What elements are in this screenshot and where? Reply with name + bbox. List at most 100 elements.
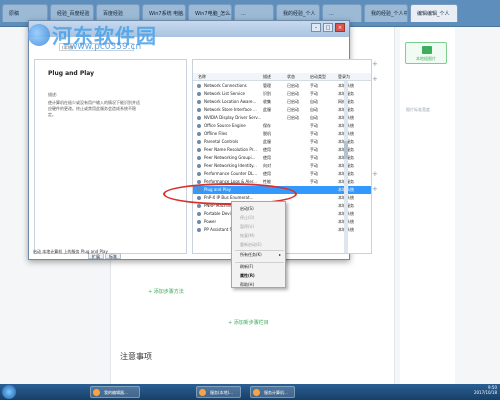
minimize-button[interactable]: – bbox=[311, 23, 321, 32]
insert-image-button[interactable]: 本地插图片 bbox=[405, 42, 447, 64]
service-startup: 手动 bbox=[310, 147, 318, 152]
watermark-url: www.pc0359.cn bbox=[70, 42, 142, 52]
service-name: Office Source Engine bbox=[204, 123, 246, 128]
description-text: 使计算机在极少或没有用户输入的情况下能识别并适应硬件的更改。终止或禁用此服务会造… bbox=[48, 100, 140, 117]
gear-icon bbox=[197, 220, 201, 224]
watermark-logo bbox=[28, 24, 50, 46]
app-icon bbox=[199, 389, 206, 396]
context-menu-item[interactable]: 所有任务(K) bbox=[240, 252, 262, 258]
add-icon[interactable]: + bbox=[372, 60, 378, 68]
service-description: 描述: 使计算机在极少或没有用户输入的情况下能识别并适应硬件的更改。终止或禁用此… bbox=[48, 92, 140, 118]
context-menu-item[interactable]: 重新启动(E) bbox=[240, 242, 262, 248]
context-menu-item[interactable]: 暂停(U) bbox=[240, 224, 254, 230]
service-status: 已启动 bbox=[287, 83, 299, 88]
service-startup: 手动 bbox=[310, 155, 318, 160]
scrollbar-thumb[interactable] bbox=[344, 141, 348, 159]
start-button[interactable] bbox=[2, 385, 16, 399]
add-icon[interactable]: + bbox=[372, 185, 378, 193]
gear-icon bbox=[197, 180, 201, 184]
taskbar-item[interactable]: 服务计算机... bbox=[250, 386, 295, 398]
service-name: Network Location Aware... bbox=[204, 99, 257, 104]
app-icon bbox=[253, 389, 260, 396]
image-icon bbox=[422, 46, 432, 54]
add-step-link[interactable]: + 添加步骤方法 bbox=[148, 288, 184, 295]
description-label: 描述: bbox=[48, 92, 58, 97]
service-name: Network List Service bbox=[204, 91, 246, 96]
service-name: Performance Counter DL... bbox=[204, 171, 257, 176]
column-header[interactable]: 描述 bbox=[263, 74, 271, 80]
service-startup: 手动 bbox=[310, 91, 318, 96]
browser-tab[interactable]: 我的经验_个人中 bbox=[364, 4, 408, 22]
service-desc: 此服 bbox=[263, 139, 271, 144]
gear-icon bbox=[197, 196, 201, 200]
service-startup: 手动 bbox=[310, 163, 318, 168]
clock-date: 2017/10/18 bbox=[473, 390, 497, 395]
service-name: Peer Name Resolution Pr... bbox=[204, 147, 257, 152]
service-desc: 使用 bbox=[263, 171, 271, 176]
taskbar-item[interactable]: 服务(本地)... bbox=[196, 386, 241, 398]
service-title: Plug and Play bbox=[48, 70, 95, 77]
column-header[interactable]: 登录为 bbox=[338, 74, 350, 80]
services-window: – □ × (本地) Plug and Play 描述: 使计算机在极少或没有用… bbox=[28, 20, 372, 260]
service-desc: 使用 bbox=[263, 155, 271, 160]
system-clock[interactable]: 9:50 2017/10/18 bbox=[455, 385, 500, 399]
service-name: Network Connections bbox=[204, 83, 247, 88]
service-desc: 管理 bbox=[263, 83, 271, 88]
column-headers: 名称 描述 状态 启动类型 登录为 bbox=[193, 73, 371, 81]
gear-icon bbox=[197, 140, 201, 144]
gear-icon bbox=[197, 84, 201, 88]
browser-tab-active[interactable]: 编辑编辑_个人 bbox=[410, 4, 458, 22]
gear-icon bbox=[197, 204, 201, 208]
column-header[interactable]: 名称 bbox=[198, 74, 206, 80]
service-desc: 性能 bbox=[263, 179, 271, 184]
service-name: Parental Controls bbox=[204, 139, 239, 144]
service-startup: 手动 bbox=[310, 123, 318, 128]
context-menu-item[interactable]: 停止(O) bbox=[240, 215, 254, 221]
add-icon[interactable]: + bbox=[372, 75, 378, 83]
service-startup: 手动 bbox=[310, 83, 318, 88]
context-menu-item[interactable]: 刷新(F) bbox=[240, 264, 253, 270]
service-startup: 手动 bbox=[310, 179, 318, 184]
context-menu-item[interactable]: 启动(S) bbox=[240, 206, 254, 212]
gear-icon bbox=[197, 116, 201, 120]
service-startup: 自动 bbox=[310, 107, 318, 112]
service-desc: 向对 bbox=[263, 163, 271, 168]
list-scrollbar[interactable] bbox=[344, 81, 348, 253]
column-header[interactable]: 状态 bbox=[287, 74, 295, 80]
submenu-arrow-icon: ▸ bbox=[278, 252, 281, 257]
context-menu: 启动(S) 停止(O) 暂停(U) 恢复(M) 重新启动(E) 所有任务(K) ▸ 刷新(F)… bbox=[231, 201, 286, 288]
side-note: 图片标准宽度 bbox=[406, 107, 430, 112]
gear-icon bbox=[197, 100, 201, 104]
service-name: Power bbox=[204, 219, 217, 224]
close-button[interactable]: × bbox=[335, 23, 345, 32]
context-menu-item[interactable]: 属性(R) bbox=[240, 273, 255, 279]
notes-heading: 注意事项 bbox=[120, 352, 152, 361]
maximize-button[interactable]: □ bbox=[323, 23, 333, 32]
context-menu-item[interactable]: 恢复(M) bbox=[240, 233, 255, 239]
gear-icon bbox=[197, 212, 201, 216]
taskbar-item[interactable]: 我的编辑器... bbox=[90, 386, 140, 398]
context-menu-item[interactable]: 帮助(H) bbox=[240, 282, 254, 288]
service-name: Performance Logs & Aler... bbox=[204, 179, 257, 184]
gear-icon bbox=[197, 148, 201, 152]
column-header[interactable]: 启动类型 bbox=[310, 74, 326, 80]
service-name: Peer Networking Identity... bbox=[204, 163, 257, 168]
add-icon[interactable]: + bbox=[372, 170, 378, 178]
service-startup: 手动 bbox=[310, 139, 318, 144]
service-status: 已启动 bbox=[287, 91, 299, 96]
gear-icon bbox=[197, 132, 201, 136]
add-section-link[interactable]: + 添加新步骤栏目 bbox=[228, 319, 269, 326]
watermark: 河东软件园 www.pc0359.cn bbox=[0, 0, 250, 52]
status-bar: 启动 本地计算机 上的服务 Plug and Play bbox=[33, 249, 108, 254]
gear-icon bbox=[197, 124, 201, 128]
app-icon bbox=[93, 389, 100, 396]
gear-icon bbox=[197, 172, 201, 176]
service-startup: 手动 bbox=[310, 171, 318, 176]
service-name: Peer Networking Groupi... bbox=[204, 155, 256, 160]
service-desc: 脱机 bbox=[263, 131, 271, 136]
gear-icon bbox=[197, 188, 201, 192]
service-desc: 收集 bbox=[263, 99, 271, 104]
gear-icon bbox=[197, 92, 201, 96]
service-desc: 保存 bbox=[263, 123, 271, 128]
gear-icon bbox=[197, 156, 201, 160]
